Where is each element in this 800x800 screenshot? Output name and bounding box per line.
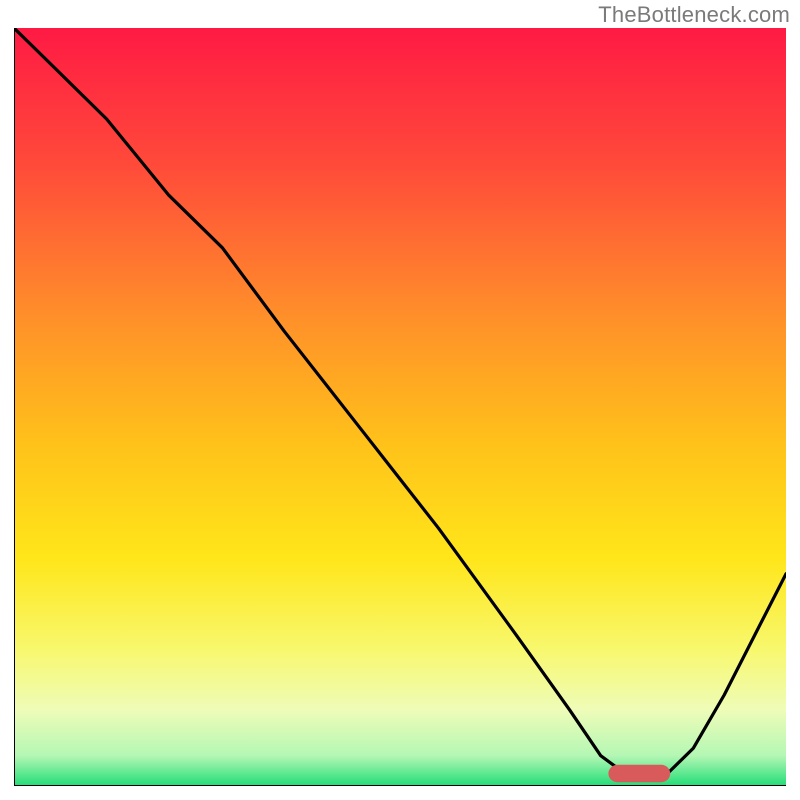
- chart-plot: [14, 28, 786, 786]
- gradient-background: [14, 28, 786, 786]
- chart-svg: [14, 28, 786, 786]
- optimal-marker: [608, 765, 670, 782]
- watermark-text: TheBottleneck.com: [598, 2, 790, 28]
